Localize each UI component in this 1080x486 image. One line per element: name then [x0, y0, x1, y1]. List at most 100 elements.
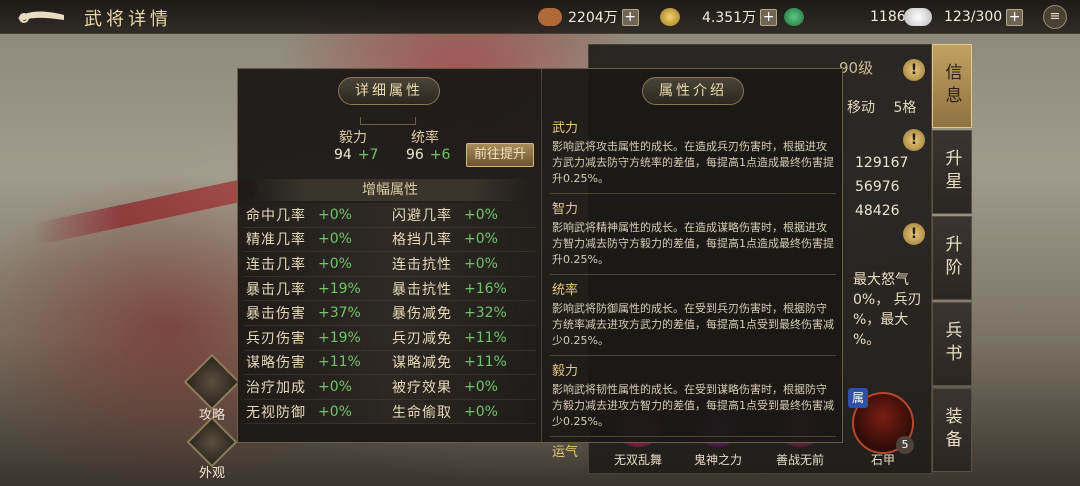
attr-name: 谋略伤害 [246, 355, 306, 372]
attr-value: +0% [318, 255, 352, 272]
amplify-attributes-title: 增幅属性 [252, 179, 528, 201]
attr-value: +11% [464, 329, 507, 346]
add-stamina-button[interactable]: + [1006, 8, 1024, 26]
appearance-armor-icon [186, 416, 238, 468]
tab-rank-up[interactable]: 升阶 [932, 216, 972, 300]
resource-value: 1186 [870, 9, 906, 25]
tab-equipment[interactable]: 装备 [932, 388, 972, 472]
back-arrow-icon [18, 11, 64, 23]
table-row: 兵刃伤害 +19% 兵刃减免 +11% [244, 325, 536, 351]
stone-armor-skill-icon[interactable]: 属 5 [848, 388, 914, 454]
resource-value: 2204万 [568, 10, 618, 26]
back-button[interactable] [14, 6, 68, 28]
description-text: 影响武将防御属性的成长。在受到兵刃伤害时，根据防守方统率减去进攻方武力的差值，每… [552, 302, 834, 347]
prop-value: 94 +7 [334, 147, 378, 163]
list-item: 毅力 影响武将韧性属性的成长。在受到谋略伤害时，根据防守方毅力减去进攻方智力的差… [550, 356, 836, 437]
attribute-table: 命中几率 +0% 闪避几率 +0% 精准几率 +0% 格挡几率 +0% 连击几率 +0% … [244, 203, 536, 425]
prop-base: 96 [406, 147, 424, 163]
resource-bronze: 2204万 + [538, 7, 639, 27]
prop-bonus: +6 [429, 147, 451, 163]
list-item: 运气 [550, 437, 836, 469]
page-title: 武将详情 [84, 9, 172, 30]
add-gold-button[interactable]: + [760, 8, 778, 26]
attribute-detail-popup: 详细属性 毅力 统率 94 +7 96 +6 前往提升 增幅属性 命中几率 +0% 闪… [237, 68, 843, 460]
prop-label: 毅力 [339, 130, 367, 146]
attr-name: 连击几率 [246, 256, 306, 273]
skill-slot[interactable]: 石甲 [843, 451, 923, 468]
prop-value: 96 +6 [406, 147, 450, 163]
attribute-intro-title: 属性介绍 [642, 77, 744, 105]
tab-war-book[interactable]: 兵书 [932, 302, 972, 386]
description-title: 统率 [552, 283, 579, 298]
top-bar: 武将详情 2204万 + 4.351万 + 1186 123/300 + ≡ [0, 0, 1080, 34]
tab-info[interactable]: 信息 [932, 44, 972, 128]
attr-value: +32% [464, 305, 507, 322]
attr-name: 无视防御 [246, 404, 306, 421]
attribute-intro-pane: 属性介绍 武力 影响武将攻击属性的成长。在造成兵刃伤害时，根据进攻方武力减去防守… [541, 69, 843, 460]
attr-name: 连击抗性 [392, 256, 452, 273]
description-text: 影响武将精神属性的成长。在造成谋略伤害时，根据进攻方智力减去防守方毅力的差值，每… [552, 221, 834, 266]
description-text: 影响武将韧性属性的成长。在受到谋略伤害时，根据防守方毅力减去进攻方智力的差值，每… [552, 383, 834, 428]
strategy-scroll-icon [183, 353, 241, 411]
stamina-icon [904, 8, 932, 26]
table-row: 治疗加成 +0% 被疗效果 +0% [244, 375, 536, 400]
move-label: 移动 [847, 100, 875, 116]
strategy-button[interactable]: 攻略 [183, 353, 241, 423]
attr-value: +0% [464, 206, 498, 223]
attr-name: 谋略减免 [392, 355, 452, 372]
attr-name: 命中几率 [246, 207, 306, 224]
attr-name: 暴击几率 [246, 281, 306, 298]
attr-value: +11% [464, 354, 507, 371]
list-item: 统率 影响武将防御属性的成长。在受到兵刃伤害时，根据防守方统率减去进攻方武力的差… [550, 275, 836, 356]
attr-value: +37% [318, 305, 361, 322]
gold-coin-icon [660, 8, 680, 26]
move-value: 5格 [893, 100, 917, 116]
attr-value: +0% [318, 403, 352, 420]
warning-icon[interactable]: ! [903, 59, 925, 81]
attr-name: 格挡几率 [392, 232, 452, 249]
detail-attributes-title: 详细属性 [338, 77, 440, 105]
appearance-button[interactable]: 外观 [186, 416, 238, 481]
attribute-description-list: 武力 影响武将攻击属性的成长。在造成兵刃伤害时，根据进攻方武力减去防守方统率的差… [550, 113, 836, 469]
prop-label: 统率 [411, 130, 439, 146]
warning-icon[interactable]: ! [903, 223, 925, 245]
resource-gold: 4.351万 + [660, 7, 778, 27]
attr-name: 暴击伤害 [246, 306, 306, 323]
rage-line: %。 [853, 332, 881, 348]
move-range: 移动 5格 [847, 97, 916, 117]
attr-value: +11% [318, 354, 361, 371]
description-title: 运气 [552, 445, 579, 460]
menu-icon[interactable]: ≡ [1043, 5, 1067, 29]
jade-icon [784, 8, 804, 26]
warning-icon[interactable]: ! [903, 129, 925, 151]
prop-base: 94 [334, 147, 352, 163]
resource-jade: 1186 [784, 7, 906, 27]
table-row: 连击几率 +0% 连击抗性 +0% [244, 252, 536, 277]
tab-star-up[interactable]: 升星 [932, 130, 972, 214]
bronze-coin-icon [538, 8, 562, 26]
attr-name: 被疗效果 [392, 379, 452, 396]
attr-value: +16% [464, 280, 507, 297]
add-bronze-button[interactable]: + [621, 8, 639, 26]
table-row: 精准几率 +0% 格挡几率 +0% [244, 227, 536, 253]
rage-line: 最大怒气 [853, 272, 909, 288]
table-row: 暴击伤害 +37% 暴伤减免 +32% [244, 301, 536, 326]
description-title: 武力 [552, 121, 579, 136]
attr-value: +19% [318, 280, 361, 297]
attr-name: 精准几率 [246, 232, 306, 249]
table-row: 命中几率 +0% 闪避几率 +0% [244, 203, 536, 228]
skill-name: 石甲 [870, 453, 895, 467]
attr-name: 兵刃伤害 [246, 330, 306, 347]
stat-value: 56976 [855, 179, 900, 195]
rage-line: 0%， 兵刃 [853, 292, 922, 308]
attr-name: 治疗加成 [246, 379, 306, 396]
attr-value: +0% [464, 403, 498, 420]
side-tab-bar: 信息 升星 升阶 兵书 装备 [932, 44, 972, 474]
go-upgrade-button[interactable]: 前往提升 [466, 143, 534, 167]
description-title: 智力 [552, 202, 579, 217]
attr-name: 兵刃减免 [392, 330, 452, 347]
attr-name: 暴伤减免 [392, 306, 452, 323]
attr-value: +0% [318, 378, 352, 395]
detail-attributes-pane: 详细属性 毅力 统率 94 +7 96 +6 前往提升 增幅属性 命中几率 +0% 闪… [238, 69, 540, 442]
level-label: 90级 [839, 59, 874, 77]
